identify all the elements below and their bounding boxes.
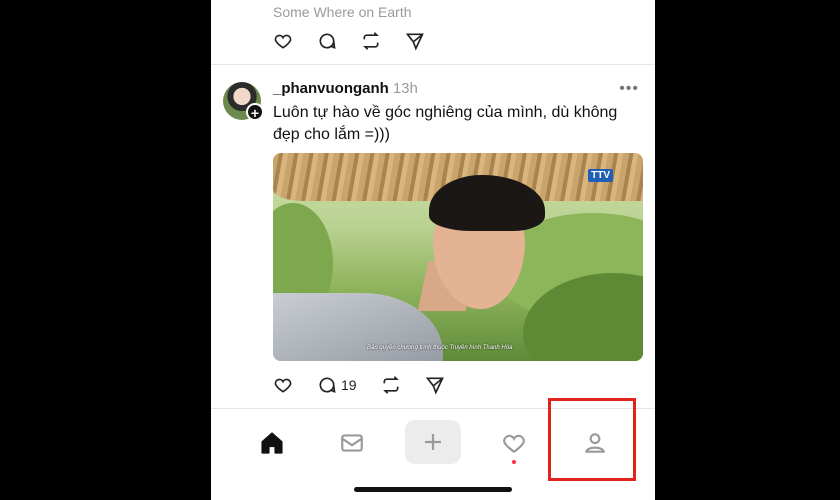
home-indicator bbox=[354, 487, 512, 492]
inbox-icon bbox=[341, 434, 363, 452]
previous-post-actions bbox=[273, 30, 449, 52]
previous-post-location: Some Where on Earth bbox=[273, 4, 412, 20]
reply-count: 19 bbox=[341, 377, 357, 393]
like-button[interactable] bbox=[273, 374, 293, 396]
channel-logo: TTV bbox=[588, 169, 613, 182]
follow-plus-icon[interactable]: + bbox=[246, 103, 264, 121]
tab-home[interactable] bbox=[244, 424, 300, 462]
send-icon bbox=[405, 33, 424, 51]
heart-icon bbox=[274, 378, 292, 393]
repost-button[interactable] bbox=[381, 374, 401, 396]
post-text: Luôn tự hào về góc nghiêng của mình, dù … bbox=[273, 104, 618, 143]
share-button[interactable] bbox=[425, 374, 445, 396]
repost-icon bbox=[382, 376, 399, 394]
plus-icon bbox=[425, 434, 441, 450]
post-username[interactable]: _phanvuonganh 13h bbox=[273, 80, 418, 97]
post-image[interactable]: TTV Bản quyền chương trình thuộc Truyền … bbox=[273, 153, 643, 361]
profile-tab-highlight bbox=[548, 398, 636, 481]
share-button[interactable] bbox=[405, 30, 425, 52]
post-actions: 19 bbox=[273, 374, 469, 396]
reply-button[interactable]: 19 bbox=[317, 374, 357, 396]
activity-heart-icon bbox=[503, 434, 525, 453]
tab-activity[interactable] bbox=[486, 424, 542, 462]
repost-icon bbox=[363, 32, 379, 50]
comment-icon bbox=[319, 33, 336, 49]
like-button[interactable] bbox=[273, 30, 293, 52]
comment-icon bbox=[319, 377, 336, 393]
tab-create[interactable] bbox=[405, 420, 461, 464]
post-divider bbox=[211, 64, 655, 65]
more-options-icon[interactable]: ••• bbox=[619, 80, 639, 98]
repost-button[interactable] bbox=[361, 30, 381, 52]
tab-inbox[interactable] bbox=[324, 424, 380, 462]
username-text: _phanvuonganh bbox=[273, 80, 389, 97]
notification-dot bbox=[512, 460, 516, 464]
send-icon bbox=[425, 377, 444, 395]
home-icon bbox=[261, 432, 283, 454]
heart-icon bbox=[274, 34, 292, 49]
post-time: 13h bbox=[392, 80, 418, 97]
reply-button[interactable] bbox=[317, 30, 337, 52]
video-caption: Bản quyền chương trình thuộc Truyền hình… bbox=[367, 345, 513, 351]
